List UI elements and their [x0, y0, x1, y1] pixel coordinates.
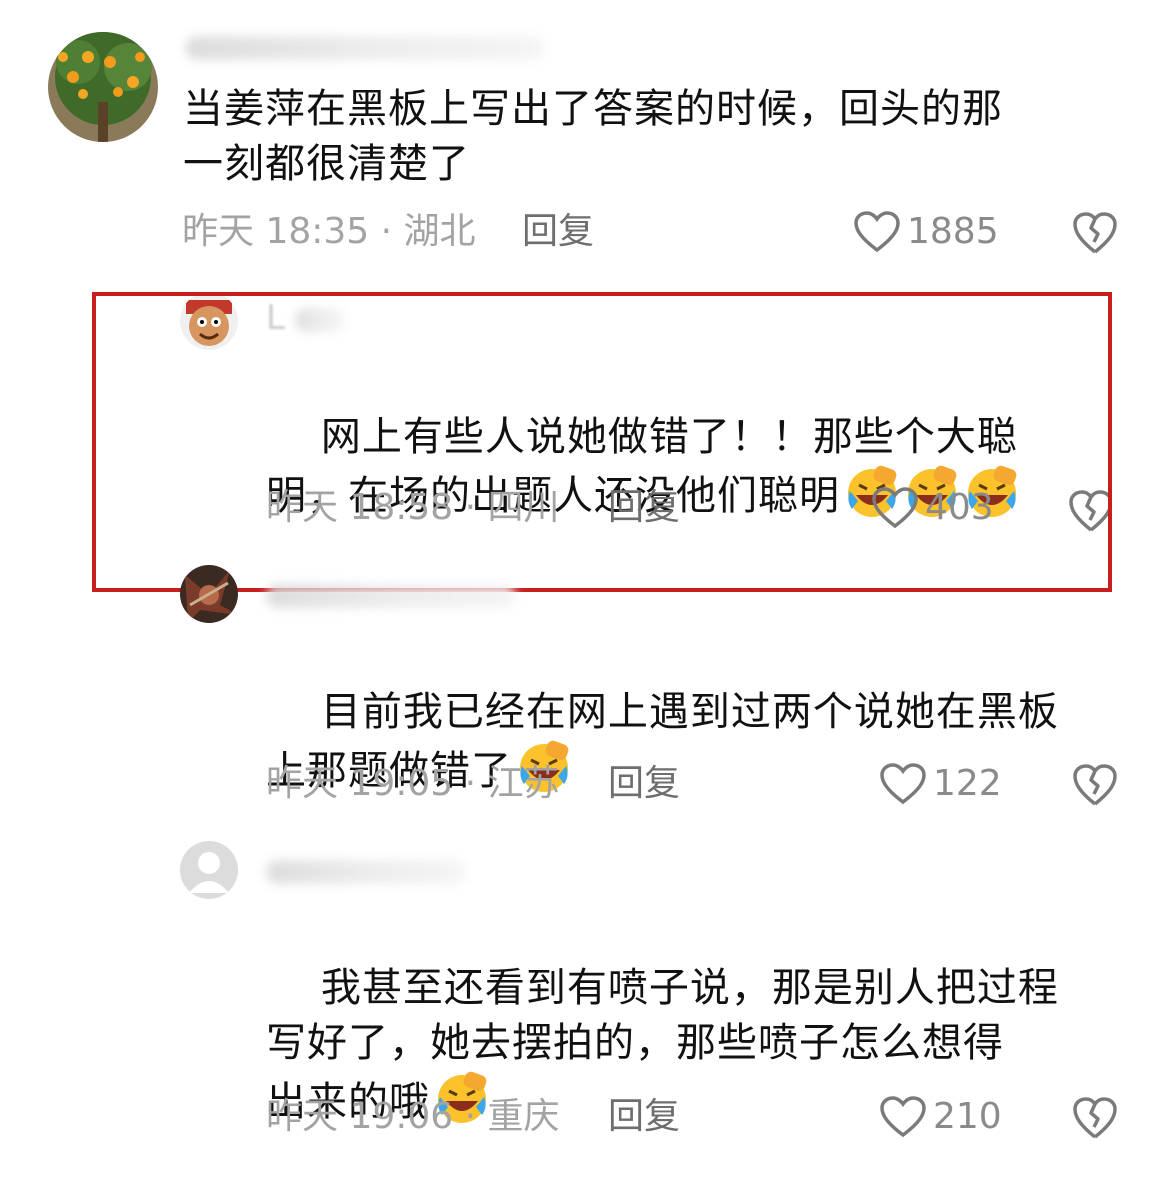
like-count: 210 — [933, 1096, 1002, 1137]
username-blurred[interactable] — [266, 860, 466, 884]
default-user-icon — [180, 841, 238, 899]
reply-button[interactable]: 回复 — [608, 488, 680, 528]
broken-heart-icon — [1073, 764, 1117, 806]
heart-icon — [880, 1096, 926, 1138]
like-count: 403 — [925, 487, 994, 528]
reply-button[interactable]: 回复 — [522, 212, 594, 252]
dislike-button[interactable] — [1072, 210, 1118, 256]
comment-text: 我甚至还看到有喷子说，那是别人把过程 写好了，她去摆拍的，那些喷子怎么想得 出来… — [266, 906, 1116, 1185]
comment-meta: 昨天 19:05 · 江苏 — [266, 763, 560, 804]
username-fragment[interactable]: L — [266, 298, 285, 338]
warrior-avatar-icon — [180, 565, 238, 623]
dislike-button[interactable] — [1072, 762, 1118, 808]
reply-button[interactable]: 回复 — [608, 1097, 680, 1137]
avatar[interactable] — [48, 32, 158, 142]
dislike-button[interactable] — [1068, 488, 1108, 534]
comment-text: 网上有些人说她做错了！！那些个大聪 明，在场的出题人还没他们聪明 — [266, 355, 1116, 579]
broken-heart-icon — [1073, 212, 1117, 254]
orange-tree-icon — [48, 32, 158, 142]
comment-text: 目前我已经在网上遇到过两个说她在黑板 上那题做错了 — [266, 630, 1116, 854]
dislike-button[interactable] — [1072, 1095, 1118, 1141]
heart-icon — [872, 487, 918, 529]
heart-icon — [880, 763, 926, 805]
username-blurred[interactable] — [295, 308, 345, 332]
username-blurred[interactable] — [266, 584, 516, 608]
broken-heart-icon — [1069, 490, 1108, 532]
avatar[interactable] — [180, 292, 238, 350]
comment-meta: 昨天 18:58 · 四川 — [266, 487, 560, 528]
like-button[interactable]: 122 — [879, 762, 1002, 806]
cartoon-boy-icon — [180, 292, 238, 350]
like-count: 1885 — [907, 211, 999, 252]
like-count: 122 — [933, 763, 1002, 804]
like-button[interactable]: 403 — [871, 486, 994, 530]
avatar[interactable] — [180, 565, 238, 623]
heart-icon — [854, 211, 900, 253]
like-button[interactable]: 1885 — [853, 210, 999, 254]
comment-text: 当姜萍在黑板上写出了答案的时候，回头的那 一刻都很清楚了 — [183, 86, 1003, 187]
avatar[interactable] — [180, 841, 238, 899]
username-blurred[interactable] — [185, 36, 545, 60]
like-button[interactable]: 210 — [879, 1095, 1002, 1139]
comment-meta: 昨天 19:06 · 重庆 — [266, 1096, 560, 1137]
reply-button[interactable]: 回复 — [608, 764, 680, 804]
comment-meta: 昨天 18:35 · 湖北 — [182, 211, 476, 252]
broken-heart-icon — [1073, 1097, 1117, 1139]
